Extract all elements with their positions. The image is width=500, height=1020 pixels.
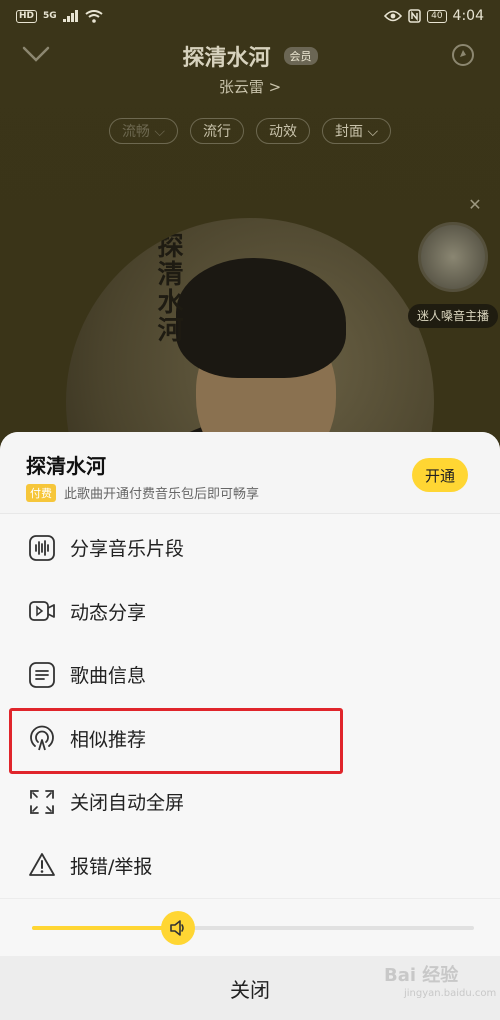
fullscreen-icon	[28, 788, 56, 816]
song-title: 探清水河	[182, 46, 271, 71]
warning-icon	[28, 851, 56, 879]
volume-slider[interactable]	[32, 911, 474, 945]
wifi-icon	[85, 9, 103, 23]
menu-label: 动态分享	[70, 601, 147, 624]
signal-icon	[62, 10, 78, 22]
sheet-song-title: 探清水河	[26, 454, 106, 478]
watermark: Bai 经验 jingyan.baidu.com	[384, 964, 497, 1014]
volume-fill	[32, 926, 178, 930]
watermark-text: Bai 经验	[384, 965, 459, 986]
sheet-header: 探清水河 付费 此歌曲开通付费音乐包后即可畅享 开通	[0, 432, 500, 514]
chip-label: 流行	[203, 124, 231, 140]
cover-title-text: 探清水河	[153, 232, 183, 344]
menu-label: 相似推荐	[70, 728, 147, 751]
menu-label: 报错/举报	[70, 855, 153, 878]
artist-link[interactable]: 张云雷 >	[0, 76, 500, 97]
menu-label: 分享音乐片段	[70, 538, 185, 561]
floating-host-label[interactable]: 迷人嗓音主播	[408, 304, 498, 328]
player-chips: 流畅 ⌵ 流行 动效 封面 ⌵	[0, 118, 500, 144]
chip-label: 动效	[269, 124, 297, 140]
vip-badge: 会员	[283, 47, 318, 65]
close-icon[interactable]: ✕	[466, 196, 484, 214]
genre-chip[interactable]: 流行	[190, 118, 244, 144]
chip-label: 封面 ⌵	[335, 124, 379, 140]
effect-chip[interactable]: 动效	[256, 118, 310, 144]
player-top-bar: 探清水河 会员	[0, 36, 500, 76]
cycle-icon[interactable]	[450, 42, 476, 68]
menu-label: 歌曲信息	[70, 665, 147, 688]
song-title-group: 探清水河 会员	[0, 40, 500, 72]
menu-report[interactable]: 报错/举报	[0, 834, 500, 898]
eye-icon	[384, 10, 403, 22]
status-bar: HD 5G 40 4:04	[0, 0, 500, 32]
network-type: 5G	[43, 11, 57, 21]
chip-label: 流畅 ⌵	[121, 124, 165, 140]
battery-indicator: 40	[427, 9, 447, 23]
nfc-icon	[408, 9, 421, 23]
video-share-icon	[28, 597, 56, 625]
menu-song-info[interactable]: 歌曲信息	[0, 643, 500, 707]
volume-control	[0, 898, 500, 954]
pay-description: 此歌曲开通付费音乐包后即可畅享	[64, 487, 260, 502]
hd-indicator: HD	[16, 9, 38, 23]
menu-label: 关闭自动全屏	[70, 792, 185, 815]
more-options-sheet: 探清水河 付费 此歌曲开通付费音乐包后即可畅享 开通 分享音乐片段 动态分享 歌…	[0, 432, 500, 1020]
volume-handle[interactable]	[161, 911, 195, 945]
menu-disable-fullscreen[interactable]: 关闭自动全屏	[0, 770, 500, 834]
floating-host-avatar[interactable]	[418, 222, 488, 292]
quality-chip[interactable]: 流畅 ⌵	[108, 118, 178, 144]
menu-similar-recommend[interactable]: 相似推荐	[0, 707, 500, 771]
document-info-icon	[28, 661, 56, 689]
audio-wave-icon	[28, 534, 56, 562]
menu-dynamic-share[interactable]: 动态分享	[0, 580, 500, 644]
menu-share-clip[interactable]: 分享音乐片段	[0, 516, 500, 580]
cover-figure-hair	[176, 258, 346, 378]
clock: 4:04	[452, 8, 484, 24]
watermark-sub: jingyan.baidu.com	[404, 988, 497, 999]
options-menu: 分享音乐片段 动态分享 歌曲信息 相似推荐 关闭自动全屏 报错/举报	[0, 516, 500, 897]
open-subscription-button[interactable]: 开通	[412, 458, 468, 492]
pay-info-row: 付费 此歌曲开通付费音乐包后即可畅享	[26, 483, 259, 502]
paid-badge: 付费	[26, 483, 56, 502]
broadcast-icon	[28, 724, 56, 752]
cover-chip[interactable]: 封面 ⌵	[322, 118, 392, 144]
speaker-icon	[170, 920, 184, 936]
